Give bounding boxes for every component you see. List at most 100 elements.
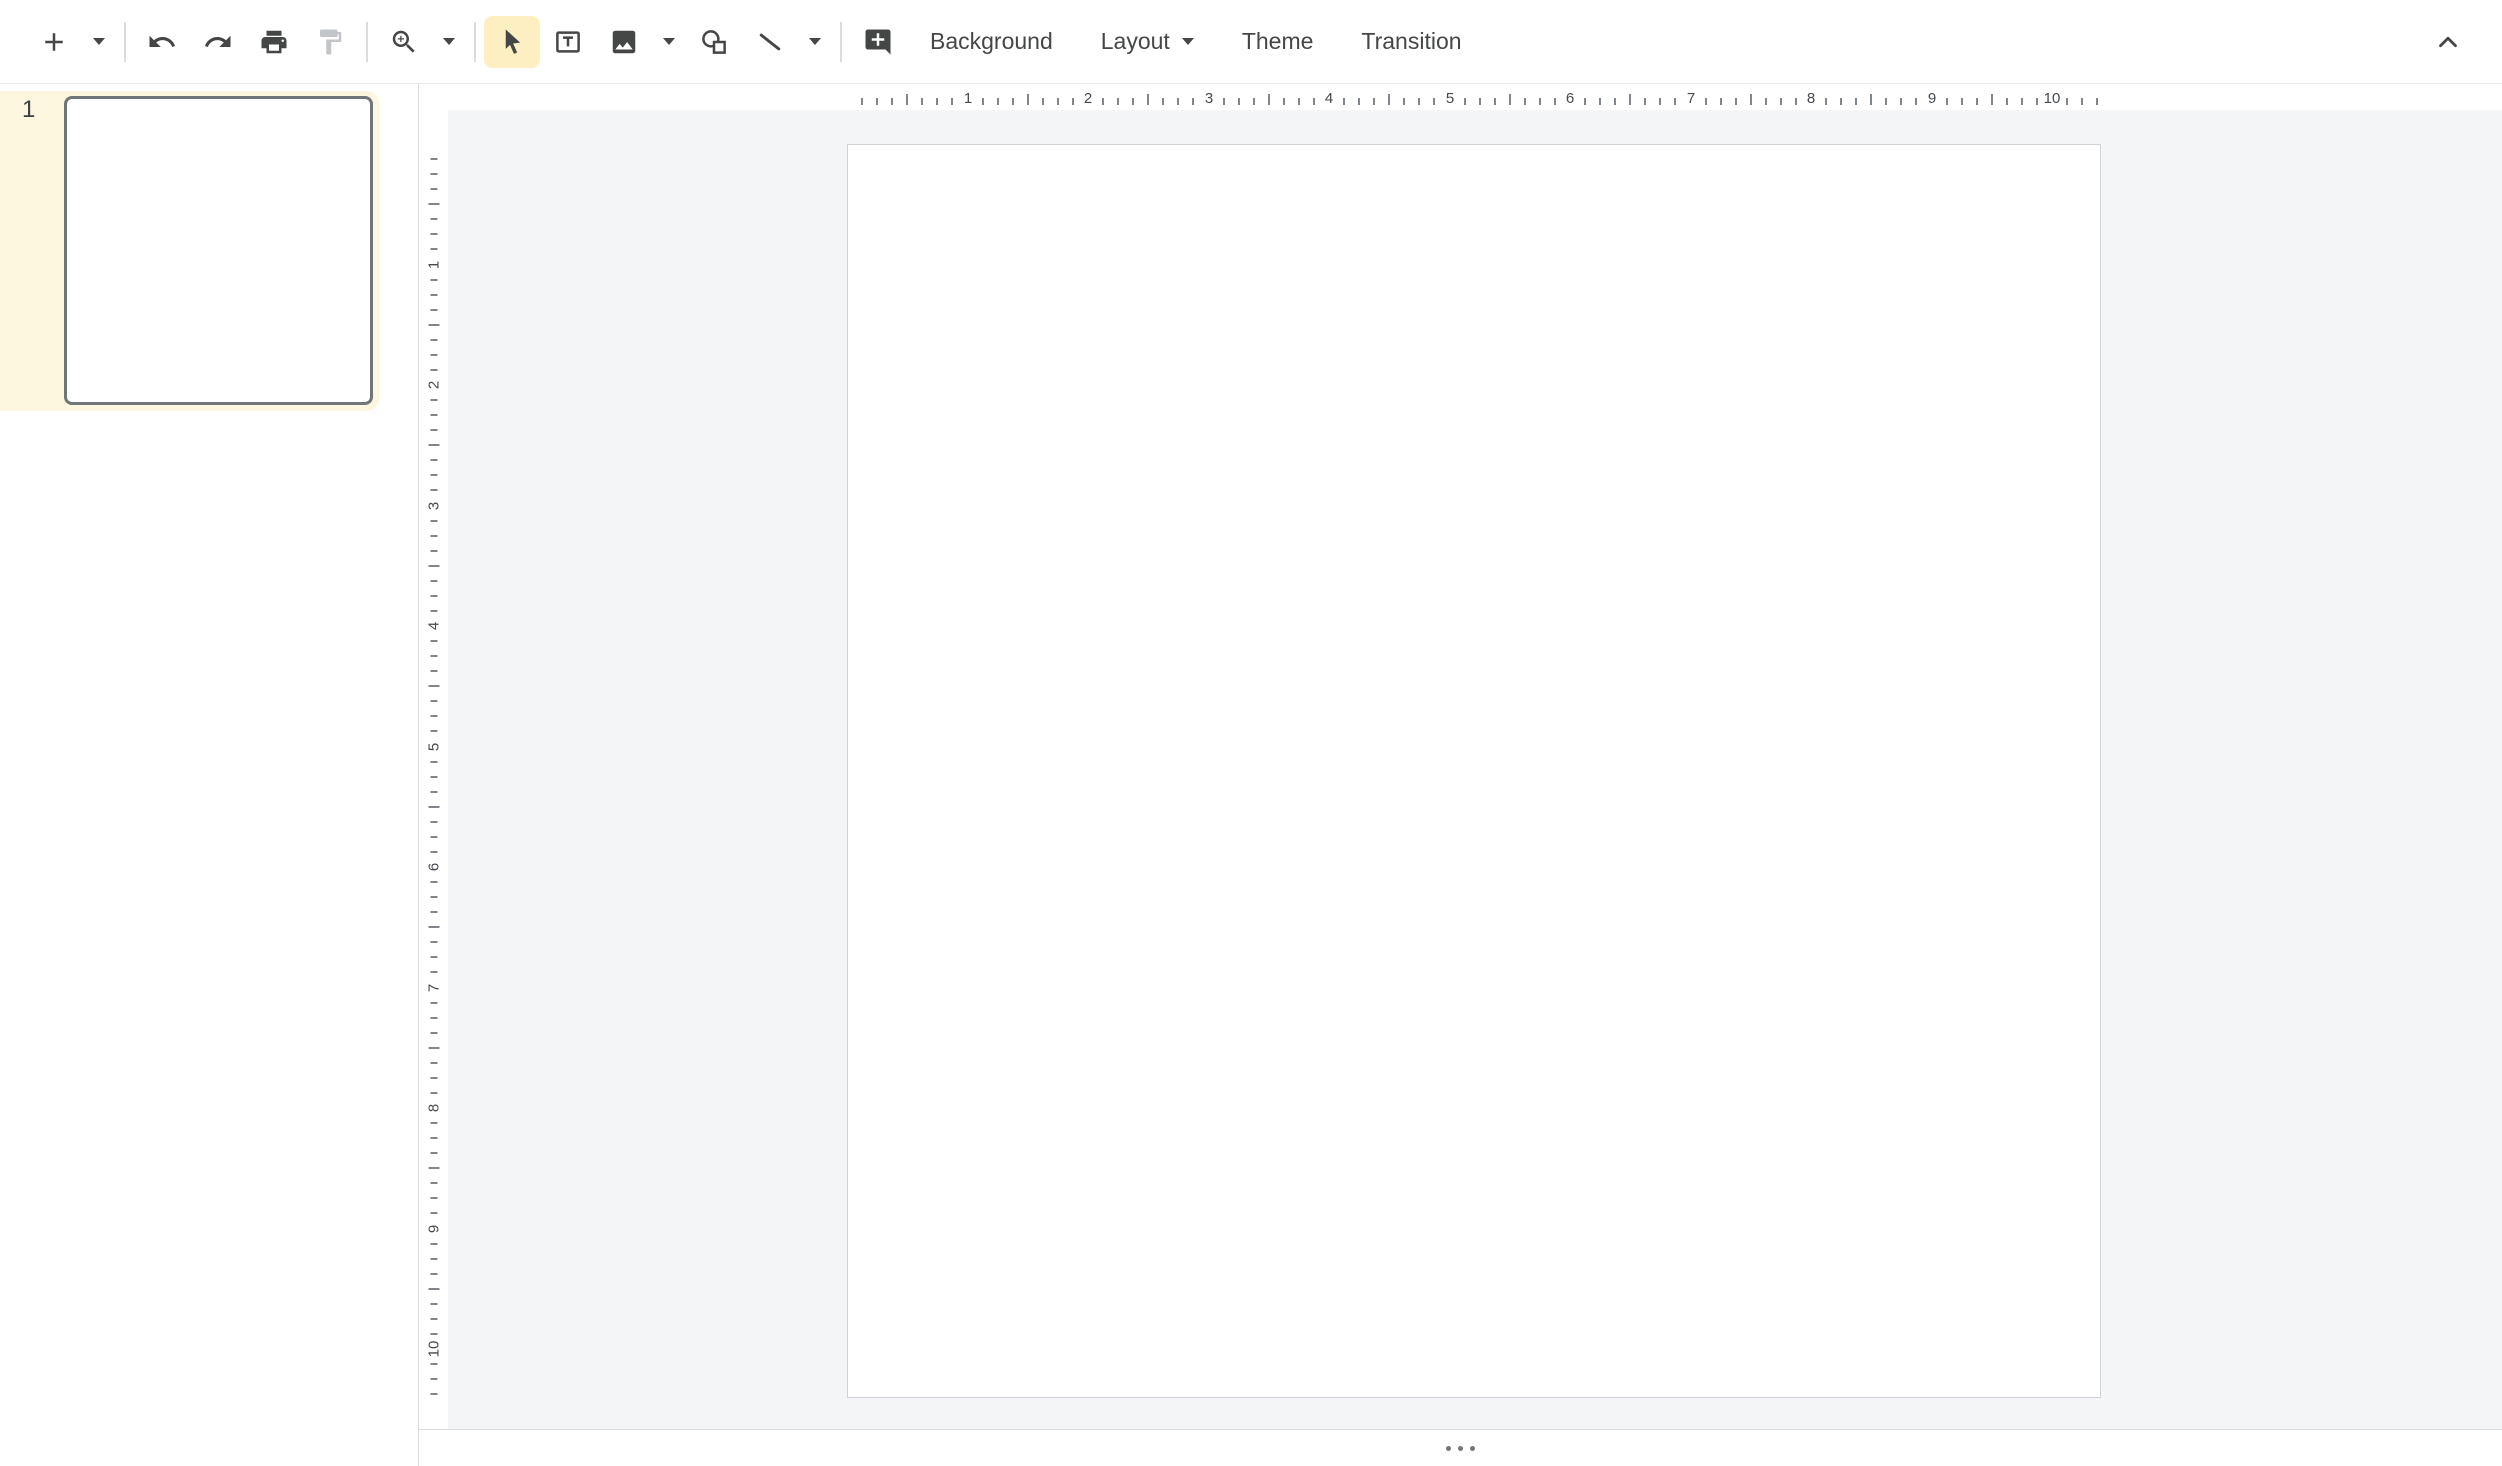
ruler-tick: [430, 1378, 437, 1380]
filmstrip-slide-row[interactable]: 1: [0, 91, 379, 411]
notes-drag-handle[interactable]: [1432, 1440, 1489, 1457]
image-dropdown[interactable]: [652, 16, 686, 68]
ruler-tick: [1403, 98, 1405, 105]
ruler-tick: [430, 173, 437, 175]
ruler-tick: [430, 715, 437, 717]
layout-button-label: Layout: [1101, 28, 1170, 55]
ruler-tick: [430, 761, 437, 763]
ruler-tick: [430, 158, 437, 160]
ruler-tick: [2036, 98, 2038, 105]
ruler-tick: [1283, 98, 1285, 105]
ruler-tick: [428, 685, 439, 687]
ruler-tick: [1720, 98, 1722, 105]
layout-button[interactable]: Layout: [1079, 16, 1216, 68]
insert-line-button[interactable]: [742, 16, 798, 68]
zoom-dropdown[interactable]: [432, 16, 466, 68]
insert-image-button[interactable]: [596, 16, 652, 68]
ruler-tick: [1584, 98, 1586, 105]
insert-shape-button[interactable]: [686, 16, 742, 68]
toolbar-separator: [840, 22, 842, 62]
ruler-tick: [428, 324, 439, 326]
ruler-tick: [1433, 98, 1435, 105]
ruler-tick: [1599, 98, 1601, 105]
shape-icon: [699, 27, 729, 57]
horizontal-ruler-label: 7: [1687, 91, 1695, 106]
horizontal-ruler-label: 8: [1807, 91, 1815, 106]
ruler-tick: [430, 911, 437, 913]
ruler-tick: [430, 1258, 437, 1260]
ruler-tick: [428, 926, 439, 928]
ruler-tick: [430, 354, 437, 356]
drag-handle-dot: [1458, 1446, 1463, 1451]
ruler-tick: [430, 1122, 437, 1124]
text-box-icon: [553, 27, 583, 57]
ruler-tick: [1162, 98, 1164, 105]
new-slide-dropdown[interactable]: [82, 16, 116, 68]
ruler-tick: [430, 369, 437, 371]
ruler-tick: [430, 1333, 437, 1335]
ruler-tick: [2096, 98, 2098, 105]
ruler-tick: [430, 550, 437, 552]
new-slide-button[interactable]: [26, 16, 82, 68]
ruler-tick: [891, 98, 893, 105]
ruler-tick: [1554, 98, 1556, 105]
select-tool-button[interactable]: [484, 16, 540, 68]
ruler-tick: [1614, 98, 1616, 105]
hide-menus-button[interactable]: [2420, 16, 2476, 68]
ruler-tick: [430, 535, 437, 537]
ruler-tick: [1765, 98, 1767, 105]
ruler-tick: [430, 1363, 437, 1365]
theme-button[interactable]: Theme: [1220, 16, 1336, 68]
ruler-tick: [1644, 98, 1646, 105]
ruler-tick: [1117, 98, 1119, 105]
ruler-tick: [430, 520, 437, 522]
drag-handle-dot: [1470, 1446, 1475, 1451]
ruler-tick: [430, 294, 437, 296]
vertical-ruler-label: 6: [426, 863, 441, 871]
ruler-tick: [1946, 98, 1948, 105]
transition-button[interactable]: Transition: [1339, 16, 1483, 68]
add-comment-button[interactable]: [850, 16, 906, 68]
ruler-tick: [1343, 98, 1345, 105]
ruler-tick: [1012, 98, 1014, 105]
ruler-tick: [1915, 98, 1917, 105]
horizontal-ruler-label: 3: [1205, 91, 1213, 106]
ruler-tick: [430, 474, 437, 476]
ruler-tick: [2006, 98, 2008, 105]
horizontal-ruler-label: 1: [964, 91, 972, 106]
ruler-tick: [430, 971, 437, 973]
redo-button[interactable]: [190, 16, 246, 68]
canvas-workspace[interactable]: [448, 110, 2502, 1430]
line-icon: [755, 27, 785, 57]
slide-canvas[interactable]: [847, 144, 2101, 1398]
ruler-tick: [1223, 98, 1225, 105]
chevron-down-icon: [443, 38, 455, 45]
ruler-tick: [430, 399, 437, 401]
ruler-tick: [430, 218, 437, 220]
ruler-tick: [1524, 98, 1526, 105]
ruler-tick: [430, 1137, 437, 1139]
ruler-tick: [1705, 98, 1707, 105]
ruler-tick: [430, 233, 437, 235]
ruler-tick: [1132, 98, 1134, 105]
ruler-tick: [430, 881, 437, 883]
undo-button[interactable]: [134, 16, 190, 68]
paint-format-button[interactable]: [302, 16, 358, 68]
ruler-tick: [430, 1062, 437, 1064]
ruler-tick: [1464, 98, 1466, 105]
text-box-button[interactable]: [540, 16, 596, 68]
print-button[interactable]: [246, 16, 302, 68]
zoom-in-icon: [389, 27, 419, 57]
ruler-tick: [1027, 94, 1029, 105]
ruler-tick: [1976, 98, 1978, 105]
line-dropdown[interactable]: [798, 16, 832, 68]
background-button[interactable]: Background: [908, 16, 1075, 68]
ruler-tick: [430, 1393, 437, 1395]
ruler-tick: [1750, 94, 1752, 105]
slide-thumbnail[interactable]: [64, 96, 373, 405]
ruler-tick: [1057, 98, 1059, 105]
ruler-tick: [430, 941, 437, 943]
ruler-tick: [1674, 98, 1676, 105]
ruler-tick: [430, 821, 437, 823]
zoom-button[interactable]: [376, 16, 432, 68]
